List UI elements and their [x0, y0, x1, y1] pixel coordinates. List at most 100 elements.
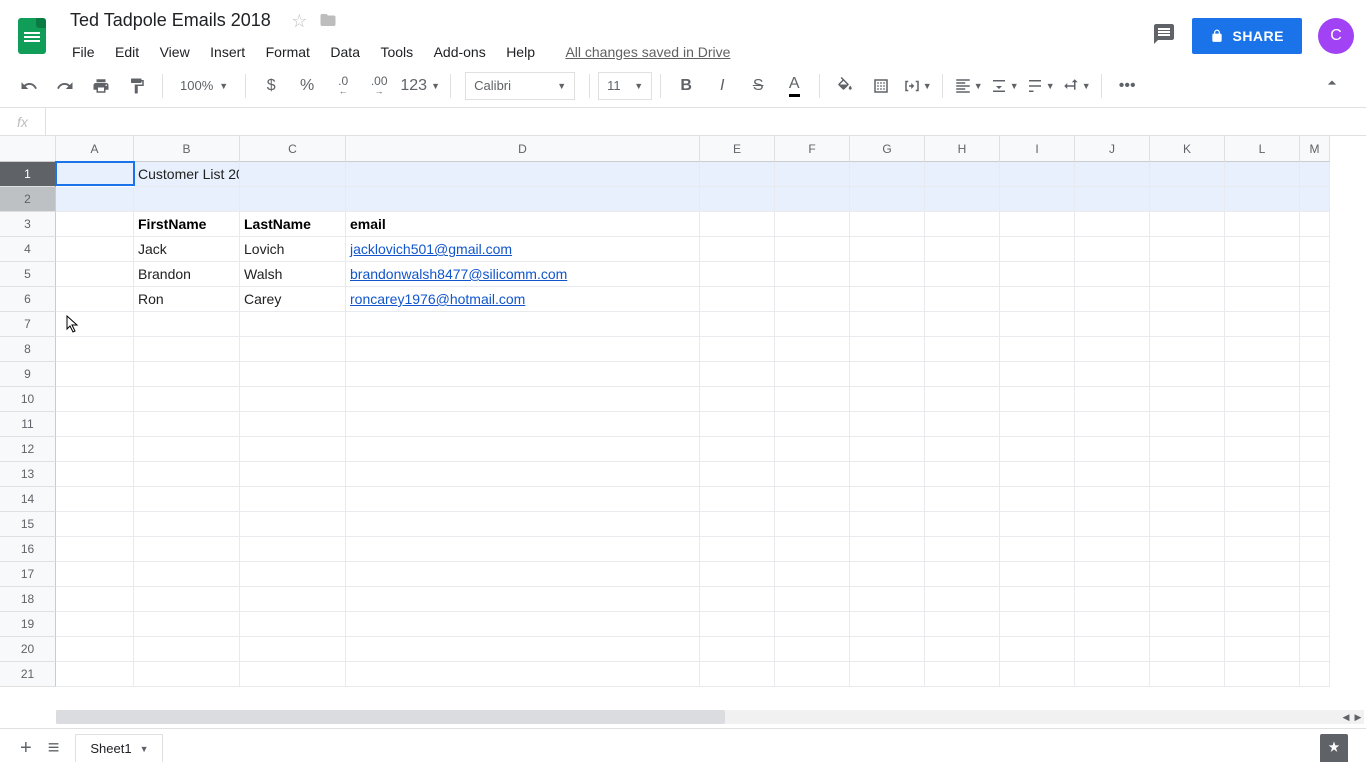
- cell-M17[interactable]: [1300, 562, 1330, 587]
- menu-edit[interactable]: Edit: [107, 40, 147, 64]
- row-header-5[interactable]: 5: [0, 262, 56, 287]
- row-header-17[interactable]: 17: [0, 562, 56, 587]
- cell-I11[interactable]: [1000, 412, 1075, 437]
- cell-G18[interactable]: [850, 587, 925, 612]
- cell-J17[interactable]: [1075, 562, 1150, 587]
- column-header-B[interactable]: B: [134, 136, 240, 162]
- cell-D1[interactable]: [346, 162, 700, 187]
- cell-G4[interactable]: [850, 237, 925, 262]
- cell-C10[interactable]: [240, 387, 346, 412]
- cell-I15[interactable]: [1000, 512, 1075, 537]
- cell-I9[interactable]: [1000, 362, 1075, 387]
- cell-C12[interactable]: [240, 437, 346, 462]
- cell-C5[interactable]: Walsh: [240, 262, 346, 287]
- cell-C13[interactable]: [240, 462, 346, 487]
- cell-K12[interactable]: [1150, 437, 1225, 462]
- cell-E1[interactable]: [700, 162, 775, 187]
- cell-F6[interactable]: [775, 287, 850, 312]
- redo-button[interactable]: [48, 70, 82, 102]
- cell-F4[interactable]: [775, 237, 850, 262]
- cell-E21[interactable]: [700, 662, 775, 687]
- cell-H7[interactable]: [925, 312, 1000, 337]
- cell-B11[interactable]: [134, 412, 240, 437]
- cell-C11[interactable]: [240, 412, 346, 437]
- cell-B19[interactable]: [134, 612, 240, 637]
- cell-L6[interactable]: [1225, 287, 1300, 312]
- cell-H9[interactable]: [925, 362, 1000, 387]
- cell-M10[interactable]: [1300, 387, 1330, 412]
- cell-L17[interactable]: [1225, 562, 1300, 587]
- cell-L14[interactable]: [1225, 487, 1300, 512]
- currency-button[interactable]: $: [254, 70, 288, 102]
- cell-L9[interactable]: [1225, 362, 1300, 387]
- cell-J15[interactable]: [1075, 512, 1150, 537]
- cell-I21[interactable]: [1000, 662, 1075, 687]
- cell-K3[interactable]: [1150, 212, 1225, 237]
- valign-button[interactable]: ▼: [987, 70, 1021, 102]
- cell-H8[interactable]: [925, 337, 1000, 362]
- cell-D20[interactable]: [346, 637, 700, 662]
- cell-K7[interactable]: [1150, 312, 1225, 337]
- column-header-H[interactable]: H: [925, 136, 1000, 162]
- cell-M14[interactable]: [1300, 487, 1330, 512]
- column-header-F[interactable]: F: [775, 136, 850, 162]
- cell-H19[interactable]: [925, 612, 1000, 637]
- cell-G3[interactable]: [850, 212, 925, 237]
- cell-L4[interactable]: [1225, 237, 1300, 262]
- cell-L15[interactable]: [1225, 512, 1300, 537]
- row-header-19[interactable]: 19: [0, 612, 56, 637]
- cell-K4[interactable]: [1150, 237, 1225, 262]
- cell-I17[interactable]: [1000, 562, 1075, 587]
- cell-F19[interactable]: [775, 612, 850, 637]
- cell-A12[interactable]: [56, 437, 134, 462]
- cell-H10[interactable]: [925, 387, 1000, 412]
- row-header-6[interactable]: 6: [0, 287, 56, 312]
- cell-D11[interactable]: [346, 412, 700, 437]
- cell-D6[interactable]: roncarey1976@hotmail.com: [346, 287, 700, 312]
- cell-G11[interactable]: [850, 412, 925, 437]
- cell-C21[interactable]: [240, 662, 346, 687]
- cell-F14[interactable]: [775, 487, 850, 512]
- row-header-1[interactable]: 1: [0, 162, 56, 187]
- cell-M4[interactable]: [1300, 237, 1330, 262]
- cell-K16[interactable]: [1150, 537, 1225, 562]
- increase-decimal-button[interactable]: .00→: [362, 70, 396, 102]
- cell-I18[interactable]: [1000, 587, 1075, 612]
- cell-B18[interactable]: [134, 587, 240, 612]
- cell-H1[interactable]: [925, 162, 1000, 187]
- cell-A7[interactable]: [56, 312, 134, 337]
- cell-G6[interactable]: [850, 287, 925, 312]
- cell-J21[interactable]: [1075, 662, 1150, 687]
- cell-B21[interactable]: [134, 662, 240, 687]
- cell-H4[interactable]: [925, 237, 1000, 262]
- cell-G5[interactable]: [850, 262, 925, 287]
- row-header-2[interactable]: 2: [0, 187, 56, 212]
- cell-J5[interactable]: [1075, 262, 1150, 287]
- cell-H6[interactable]: [925, 287, 1000, 312]
- cell-F20[interactable]: [775, 637, 850, 662]
- cell-A15[interactable]: [56, 512, 134, 537]
- italic-button[interactable]: I: [705, 70, 739, 102]
- horizontal-scrollbar[interactable]: [56, 710, 1342, 724]
- cell-C9[interactable]: [240, 362, 346, 387]
- cell-K17[interactable]: [1150, 562, 1225, 587]
- column-header-K[interactable]: K: [1150, 136, 1225, 162]
- cell-M11[interactable]: [1300, 412, 1330, 437]
- undo-button[interactable]: [12, 70, 46, 102]
- cell-F1[interactable]: [775, 162, 850, 187]
- column-header-E[interactable]: E: [700, 136, 775, 162]
- cell-M21[interactable]: [1300, 662, 1330, 687]
- cell-B2[interactable]: [134, 187, 240, 212]
- column-header-C[interactable]: C: [240, 136, 346, 162]
- cell-H16[interactable]: [925, 537, 1000, 562]
- cell-L7[interactable]: [1225, 312, 1300, 337]
- cell-J4[interactable]: [1075, 237, 1150, 262]
- cell-B1[interactable]: Customer List 2018: [134, 162, 240, 187]
- cell-J16[interactable]: [1075, 537, 1150, 562]
- cell-K19[interactable]: [1150, 612, 1225, 637]
- cell-I10[interactable]: [1000, 387, 1075, 412]
- cell-L19[interactable]: [1225, 612, 1300, 637]
- cell-L18[interactable]: [1225, 587, 1300, 612]
- cell-I2[interactable]: [1000, 187, 1075, 212]
- cell-J11[interactable]: [1075, 412, 1150, 437]
